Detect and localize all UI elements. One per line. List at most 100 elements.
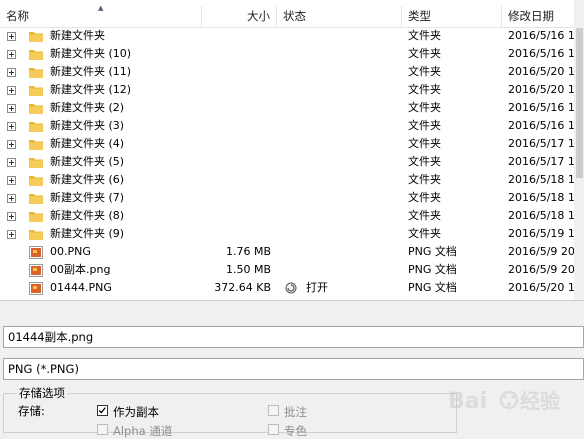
file-modified: 2016/5/17 11 bbox=[508, 137, 582, 150]
file-modified: 2016/5/18 10 bbox=[508, 173, 582, 186]
file-name: 新建文件夹 (8) bbox=[50, 209, 125, 222]
expand-icon[interactable] bbox=[7, 158, 16, 167]
folder-row[interactable]: 新建文件夹 (6) 文件夹 2016/5/18 10 bbox=[0, 171, 584, 189]
check-mark-icon bbox=[98, 407, 106, 414]
file-type: 文件夹 bbox=[408, 137, 441, 150]
folder-icon bbox=[29, 32, 43, 42]
file-type: 文件夹 bbox=[408, 227, 441, 240]
file-type: PNG 文档 bbox=[408, 263, 457, 276]
column-header-modified[interactable]: 修改日期 bbox=[502, 6, 584, 27]
column-header-name[interactable]: ▲ 名称 bbox=[0, 4, 202, 27]
file-type: 文件夹 bbox=[408, 119, 441, 132]
file-modified: 2016/5/19 18 bbox=[508, 227, 582, 240]
file-modified: 2016/5/17 11 bbox=[508, 155, 582, 168]
file-name: 新建文件夹 (10) bbox=[50, 47, 132, 60]
file-type: 文件夹 bbox=[408, 101, 441, 114]
column-header-type-label: 类型 bbox=[408, 9, 431, 23]
folder-icon bbox=[29, 212, 43, 222]
expand-icon[interactable] bbox=[7, 194, 16, 203]
folder-row[interactable]: 新建文件夹 (4) 文件夹 2016/5/17 11 bbox=[0, 135, 584, 153]
file-name: 01444.PNG bbox=[50, 281, 112, 294]
baidu-jingyan-watermark: Bai 经验 bbox=[448, 389, 560, 414]
column-header-modified-label: 修改日期 bbox=[508, 9, 554, 23]
file-modified: 2016/5/20 15 bbox=[508, 281, 582, 294]
folder-row[interactable]: 新建文件夹 (12) 文件夹 2016/5/20 14 bbox=[0, 81, 584, 99]
folder-icon bbox=[29, 230, 43, 240]
folder-icon bbox=[29, 68, 43, 78]
file-modified: 2016/5/16 13 bbox=[508, 47, 582, 60]
folder-row[interactable]: 新建文件夹 (8) 文件夹 2016/5/18 11 bbox=[0, 207, 584, 225]
file-size: 1.50 MB bbox=[225, 263, 271, 276]
file-name: 新建文件夹 (6) bbox=[50, 173, 125, 186]
file-name: 新建文件夹 (5) bbox=[50, 155, 125, 168]
filename-value: 01444副本.png bbox=[8, 330, 94, 344]
scrollbar-thumb[interactable] bbox=[576, 28, 583, 178]
sort-ascending-icon: ▲ bbox=[98, 4, 104, 12]
file-type: 文件夹 bbox=[408, 29, 441, 42]
column-header-status[interactable]: 状态 bbox=[277, 6, 402, 27]
folder-icon bbox=[29, 122, 43, 132]
file-modified: 2016/5/20 14 bbox=[508, 83, 582, 96]
expand-icon[interactable] bbox=[7, 68, 16, 77]
file-type: 文件夹 bbox=[408, 83, 441, 96]
folder-icon bbox=[29, 86, 43, 96]
alpha-label: Alpha 通道 bbox=[113, 424, 173, 438]
svg-text:Bai: Bai bbox=[448, 389, 487, 414]
file-modified: 2016/5/9 20: bbox=[508, 263, 579, 276]
file-list-panel: ▲ 名称 大小 状态 类型 修改日期 新建文件夹 文件夹 2016/5/16 1… bbox=[0, 0, 584, 301]
folder-row[interactable]: 新建文件夹 (9) 文件夹 2016/5/19 18 bbox=[0, 225, 584, 243]
file-name: 新建文件夹 (2) bbox=[50, 101, 125, 114]
annotations-label: 批注 bbox=[284, 405, 307, 419]
expand-icon[interactable] bbox=[7, 212, 16, 221]
file-row[interactable]: 00副本.png 1.50 MB PNG 文档 2016/5/9 20: bbox=[0, 261, 584, 279]
file-modified: 2016/5/9 20:2 bbox=[508, 245, 584, 258]
column-header-size[interactable]: 大小 bbox=[202, 6, 277, 27]
folder-row[interactable]: 新建文件夹 (10) 文件夹 2016/5/16 13 bbox=[0, 45, 584, 63]
file-type: 文件夹 bbox=[408, 191, 441, 204]
format-select[interactable]: PNG (*.PNG) bbox=[3, 358, 584, 380]
file-name: 新建文件夹 (9) bbox=[50, 227, 125, 240]
expand-icon[interactable] bbox=[7, 140, 16, 149]
open-status-icon bbox=[285, 282, 297, 294]
folder-row[interactable]: 新建文件夹 文件夹 2016/5/16 13 bbox=[0, 27, 584, 45]
expand-icon[interactable] bbox=[7, 104, 16, 113]
file-modified: 2016/5/18 11 bbox=[508, 191, 582, 204]
file-name: 00.PNG bbox=[50, 245, 91, 258]
file-row[interactable]: 01444.PNG 372.64 KB 打开 PNG 文档 2016/5/20 … bbox=[0, 279, 584, 297]
file-name: 新建文件夹 (11) bbox=[50, 65, 132, 78]
png-file-icon bbox=[29, 246, 43, 259]
folder-row[interactable]: 新建文件夹 (5) 文件夹 2016/5/17 11 bbox=[0, 153, 584, 171]
svg-text:经验: 经验 bbox=[520, 389, 560, 413]
save-options-title: 存储选项 bbox=[17, 385, 67, 401]
column-header-size-label: 大小 bbox=[247, 9, 270, 23]
file-name: 新建文件夹 (4) bbox=[50, 137, 125, 150]
file-name: 新建文件夹 (7) bbox=[50, 191, 125, 204]
file-name: 新建文件夹 (3) bbox=[50, 119, 125, 132]
column-header-type[interactable]: 类型 bbox=[402, 6, 502, 27]
vertical-scrollbar[interactable] bbox=[574, 0, 584, 300]
expand-icon[interactable] bbox=[7, 176, 16, 185]
folder-row[interactable]: 新建文件夹 (11) 文件夹 2016/5/20 13 bbox=[0, 63, 584, 81]
file-name: 新建文件夹 (12) bbox=[50, 83, 132, 96]
store-label: 存储: bbox=[18, 404, 45, 418]
folder-icon bbox=[29, 50, 43, 60]
file-name: 00副本.png bbox=[50, 263, 111, 276]
expand-icon[interactable] bbox=[7, 86, 16, 95]
annotations-checkbox[interactable] bbox=[268, 405, 279, 416]
file-type: 文件夹 bbox=[408, 209, 441, 222]
expand-icon[interactable] bbox=[7, 50, 16, 59]
folder-row[interactable]: 新建文件夹 (3) 文件夹 2016/5/16 15 bbox=[0, 117, 584, 135]
folder-row[interactable]: 新建文件夹 (2) 文件夹 2016/5/16 15 bbox=[0, 99, 584, 117]
expand-icon[interactable] bbox=[7, 122, 16, 131]
file-size: 372.64 KB bbox=[214, 281, 271, 294]
expand-icon[interactable] bbox=[7, 230, 16, 239]
folder-row[interactable]: 新建文件夹 (7) 文件夹 2016/5/18 11 bbox=[0, 189, 584, 207]
folder-icon bbox=[29, 104, 43, 114]
filename-input[interactable]: 01444副本.png bbox=[3, 326, 584, 348]
expand-icon[interactable] bbox=[7, 32, 16, 41]
file-row[interactable]: 00.PNG 1.76 MB PNG 文档 2016/5/9 20:2 bbox=[0, 243, 584, 261]
file-type: PNG 文档 bbox=[408, 281, 457, 294]
as-copy-checkbox[interactable] bbox=[97, 405, 108, 416]
png-file-icon bbox=[29, 264, 43, 277]
file-modified: 2016/5/18 11 bbox=[508, 209, 582, 222]
